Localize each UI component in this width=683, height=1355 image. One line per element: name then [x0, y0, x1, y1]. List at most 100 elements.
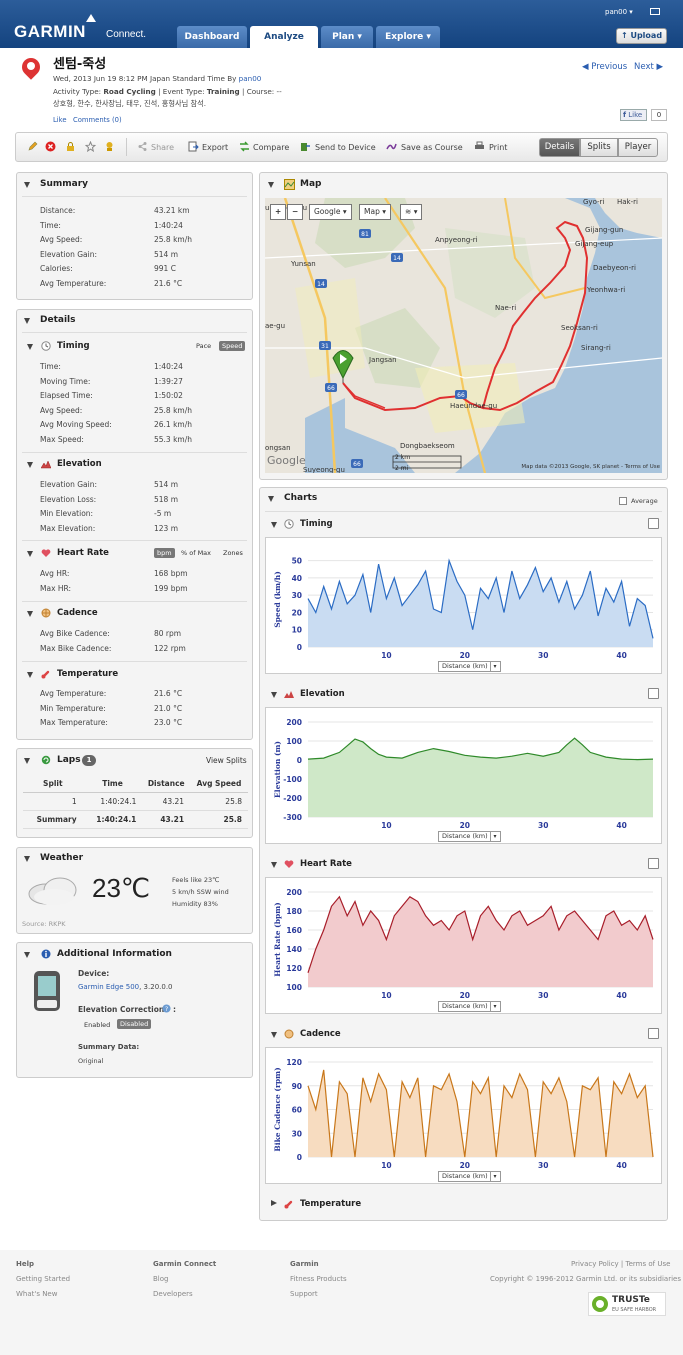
laps-col-distance[interactable]: Distance	[142, 775, 191, 793]
collapse-triangle-icon[interactable]	[27, 551, 33, 557]
collapse-triangle-icon[interactable]	[271, 522, 277, 528]
save-as-course-button[interactable]: Save as Course	[401, 143, 463, 152]
compare-icon[interactable]	[239, 141, 250, 152]
temperature-chart-title[interactable]: Temperature	[300, 1199, 361, 1209]
pace-toggle[interactable]: Pace	[193, 341, 214, 351]
distance-axis-dropdown[interactable]: Distance (km) ▾	[438, 1001, 501, 1012]
footer-link[interactable]: Blog	[153, 1275, 168, 1283]
edit-pencil-icon[interactable]	[27, 141, 38, 152]
expand-triangle-icon[interactable]	[271, 1200, 277, 1206]
zones-toggle[interactable]: Zones	[220, 548, 246, 558]
collapse-triangle-icon[interactable]	[24, 318, 30, 324]
mail-icon[interactable]	[650, 8, 660, 15]
view-details-button[interactable]: Details	[539, 138, 580, 157]
map-zoom-in-button[interactable]: +	[270, 204, 286, 220]
elevation-subtitle[interactable]: Elevation	[57, 459, 102, 469]
activity-type[interactable]: Road Cycling	[103, 87, 155, 96]
expand-chart-icon[interactable]	[648, 688, 659, 699]
route-map[interactable]: Gyo-riHak-riumjeong-guGijang-gunAnpyeong…	[265, 198, 662, 473]
expand-chart-icon[interactable]	[648, 518, 659, 529]
print-icon[interactable]	[474, 141, 485, 152]
compare-button[interactable]: Compare	[253, 143, 289, 152]
collapse-triangle-icon[interactable]	[268, 182, 274, 188]
favorite-star-icon[interactable]	[85, 141, 96, 152]
collapse-triangle-icon[interactable]	[24, 952, 30, 958]
expand-chart-icon[interactable]	[648, 1028, 659, 1039]
average-checkbox[interactable]	[619, 497, 627, 505]
elevation-corrections-disabled[interactable]: Disabled	[117, 1019, 152, 1029]
badge-icon[interactable]	[104, 141, 115, 152]
charts-cadence-chart[interactable]: 0 30 60 90 120 10 20 30 40 Bike Cadence (rpm)	[265, 1047, 662, 1184]
share-icon[interactable]	[137, 141, 148, 152]
charts-elevation-title[interactable]: Elevation	[300, 689, 345, 699]
event-type[interactable]: Training	[207, 87, 240, 96]
print-button[interactable]: Print	[489, 143, 507, 152]
laps-title[interactable]: Laps	[57, 755, 81, 765]
chevron-down-icon[interactable]: ▾	[490, 662, 499, 671]
chevron-down-icon[interactable]: ▾	[490, 1002, 499, 1011]
activity-owner-link[interactable]: pan00	[239, 74, 262, 83]
like-link[interactable]: Like	[53, 116, 67, 124]
garmin-logo[interactable]: GARMIN	[14, 22, 86, 42]
chevron-down-icon[interactable]: ▾	[490, 1172, 499, 1181]
percent-max-toggle[interactable]: % of Max	[178, 548, 214, 558]
summary-title[interactable]: Summary	[40, 179, 88, 189]
previous-link[interactable]: ◀ Previous	[582, 62, 627, 72]
send-to-device-button[interactable]: Send to Device	[315, 143, 376, 152]
laps-col-avg-speed[interactable]: Avg Speed	[190, 775, 248, 793]
share-button[interactable]: Share	[151, 143, 174, 152]
upload-button[interactable]: ↑ Upload	[616, 28, 667, 44]
collapse-triangle-icon[interactable]	[27, 672, 33, 678]
map-title[interactable]: Map	[300, 179, 321, 189]
view-splits-link[interactable]: View Splits	[206, 756, 247, 765]
distance-axis-dropdown[interactable]: Distance (km) ▾	[438, 661, 501, 672]
comments-link[interactable]: Comments (0)	[73, 116, 122, 124]
export-icon[interactable]	[188, 141, 199, 152]
view-splits-button[interactable]: Splits	[580, 138, 618, 157]
collapse-triangle-icon[interactable]	[27, 344, 33, 350]
cadence-subtitle[interactable]: Cadence	[57, 608, 98, 618]
details-title[interactable]: Details	[40, 315, 75, 325]
charts-heart-rate-svg[interactable]: 100 120 140 160 180 200 10 20 30 40 Heart Rate (bp…	[266, 878, 663, 1015]
charts-title[interactable]: Charts	[284, 493, 317, 503]
chevron-down-icon[interactable]: ▾	[490, 832, 499, 841]
charts-timing-chart[interactable]: 0 10 20 30 40 50 10 20 30 40 Speed (km/h)	[265, 537, 662, 674]
heart-rate-subtitle[interactable]: Heart Rate	[57, 548, 109, 558]
laps-col-split[interactable]: Split	[23, 775, 83, 793]
collapse-triangle-icon[interactable]	[24, 758, 30, 764]
charts-timing-title[interactable]: Timing	[300, 519, 333, 529]
collapse-triangle-icon[interactable]	[24, 856, 30, 862]
charts-cadence-title[interactable]: Cadence	[300, 1029, 341, 1039]
weather-title[interactable]: Weather	[40, 853, 83, 863]
distance-axis-dropdown[interactable]: Distance (km) ▾	[438, 831, 501, 842]
charts-elevation-chart[interactable]: -300 -200 -100 0 100 200 10 20 30 40 Elevation (m)	[265, 707, 662, 844]
bpm-toggle[interactable]: bpm	[154, 548, 175, 558]
facebook-like-button[interactable]: f Like	[620, 109, 647, 121]
tab-plan[interactable]: Plan ▾	[321, 26, 373, 48]
truste-badge[interactable]: TRUSTe EU SAFE HARBOR	[588, 1292, 666, 1316]
charts-heart-rate-chart[interactable]: 100 120 140 160 180 200 10 20 30 40 Heart Rate (bp…	[265, 877, 662, 1014]
tab-explore[interactable]: Explore ▾	[376, 26, 440, 48]
collapse-triangle-icon[interactable]	[27, 611, 33, 617]
next-link[interactable]: Next ▶	[634, 62, 663, 72]
delete-icon[interactable]	[45, 141, 56, 152]
map-zoom-out-button[interactable]: −	[287, 204, 303, 220]
speed-toggle[interactable]: Speed	[219, 341, 246, 351]
collapse-triangle-icon[interactable]	[271, 1032, 277, 1038]
footer-link[interactable]: Developers	[153, 1290, 193, 1298]
lock-icon[interactable]	[65, 141, 76, 152]
activity-description[interactable]: 상호형, 한수, 한사장님, 태우, 진석, 홍형사님 참석.	[53, 99, 206, 109]
temperature-subtitle[interactable]: Temperature	[57, 669, 118, 679]
distance-axis-dropdown[interactable]: Distance (km) ▾	[438, 1171, 501, 1182]
timing-subtitle[interactable]: Timing	[57, 341, 90, 351]
map-layers-dropdown[interactable]: ≋ ▾	[400, 204, 423, 220]
device-link[interactable]: Garmin Edge 500	[78, 983, 139, 991]
map-canvas[interactable]: Gyo-riHak-riumjeong-guGijang-gunAnpyeong…	[265, 198, 662, 473]
footer-link[interactable]: Getting Started	[16, 1275, 70, 1283]
footer-link[interactable]: What's New	[16, 1290, 57, 1298]
elevation-corrections-enabled[interactable]: Enabled	[84, 1021, 110, 1029]
charts-elevation-svg[interactable]: -300 -200 -100 0 100 200 10 20 30 40 Elevation (m)	[266, 708, 663, 845]
additional-info-title[interactable]: Additional Information	[57, 949, 172, 959]
map-provider-dropdown[interactable]: Google ▾	[309, 204, 352, 220]
footer-link[interactable]: Support	[290, 1290, 318, 1298]
